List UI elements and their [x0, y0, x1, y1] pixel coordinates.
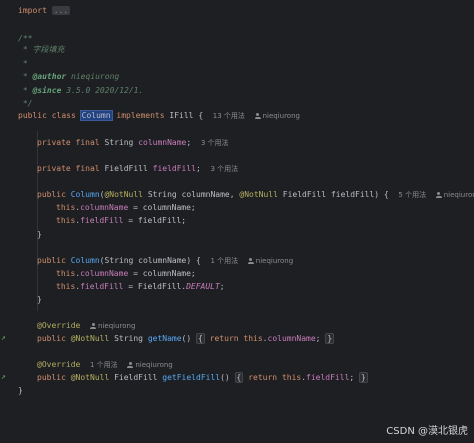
closing-brace: } — [37, 295, 42, 304]
doc-comment-line: * @author nieqiurong — [22, 72, 120, 81]
keyword: import — [18, 6, 47, 15]
statement[interactable]: this.fieldFill = fieldFill; — [56, 215, 186, 227]
constructor-declaration[interactable]: public Column(String columnName) { 1 个用法… — [37, 255, 293, 267]
method-declaration[interactable]: public @NotNull FieldFill getFieldFill()… — [37, 372, 368, 384]
user-icon — [254, 113, 261, 119]
usages-hint[interactable]: 1 个用法 — [210, 257, 238, 265]
usages-hint[interactable]: 5 个用法 — [398, 191, 426, 199]
closing-brace: } — [18, 386, 23, 395]
user-icon — [247, 258, 254, 264]
author-hint[interactable]: nieqiurong — [254, 112, 300, 120]
doc-comment-line: * @since 3.5.0 2020/12/1. — [22, 86, 144, 95]
constructor-declaration[interactable]: public Column(@NotNull String columnName… — [37, 189, 474, 201]
folded-body-open[interactable]: { — [234, 372, 244, 383]
usages-hint[interactable]: 3 个用法 — [201, 139, 229, 147]
class-declaration[interactable]: public class Column implements IFill { 1… — [18, 110, 300, 122]
method-declaration[interactable]: public @NotNull String getName() { retur… — [37, 333, 335, 345]
author-hint[interactable]: nieqiurong — [247, 257, 293, 265]
collapsed-imports[interactable]: ... — [51, 6, 71, 15]
code-editor[interactable]: ↗ ↗ import ... /** * 字段填充 * * @author ni… — [0, 0, 474, 443]
import-line: import ... — [18, 5, 71, 17]
annotation-line[interactable]: @Override nieqiurong — [37, 320, 135, 332]
override-arrow-icon[interactable]: ↗ — [1, 333, 11, 343]
author-hint[interactable]: nieqiurong — [435, 191, 474, 199]
doc-comment-line: */ — [22, 99, 33, 108]
class-name-selected[interactable]: Column — [79, 110, 113, 121]
usages-hint[interactable]: 13 个用法 — [213, 112, 245, 120]
field-declaration[interactable]: private final FieldFill fieldFill; 3 个用法 — [37, 163, 238, 175]
doc-comment-line: * 字段填充 — [22, 45, 65, 54]
indent-guide — [37, 131, 38, 311]
watermark: CSDN @漠北银虎 — [386, 426, 468, 437]
usages-hint[interactable]: 1 个用法 — [90, 361, 118, 369]
override-arrow-icon[interactable]: ↗ — [1, 372, 11, 382]
author-hint[interactable]: nieqiurong — [90, 322, 135, 330]
statement[interactable]: this.fieldFill = FieldFill.DEFAULT; — [56, 281, 225, 293]
folded-body-open[interactable]: { — [196, 333, 205, 344]
doc-comment-line: * — [22, 59, 28, 68]
statement[interactable]: this.columnName = columnName; — [56, 202, 196, 214]
usages-hint[interactable]: 3 个用法 — [210, 165, 238, 173]
user-icon — [127, 362, 134, 368]
user-icon — [435, 192, 442, 198]
folded-body-close[interactable]: } — [325, 333, 335, 344]
annotation-line[interactable]: @Override 1 个用法 nieqiurong — [37, 359, 173, 371]
author-hint[interactable]: nieqiurong — [127, 361, 173, 369]
folded-body-close[interactable]: } — [359, 372, 368, 383]
statement[interactable]: this.columnName = columnName; — [56, 268, 196, 280]
user-icon — [90, 323, 96, 329]
closing-brace: } — [37, 230, 42, 239]
field-declaration[interactable]: private final String columnName; 3 个用法 — [37, 137, 229, 149]
